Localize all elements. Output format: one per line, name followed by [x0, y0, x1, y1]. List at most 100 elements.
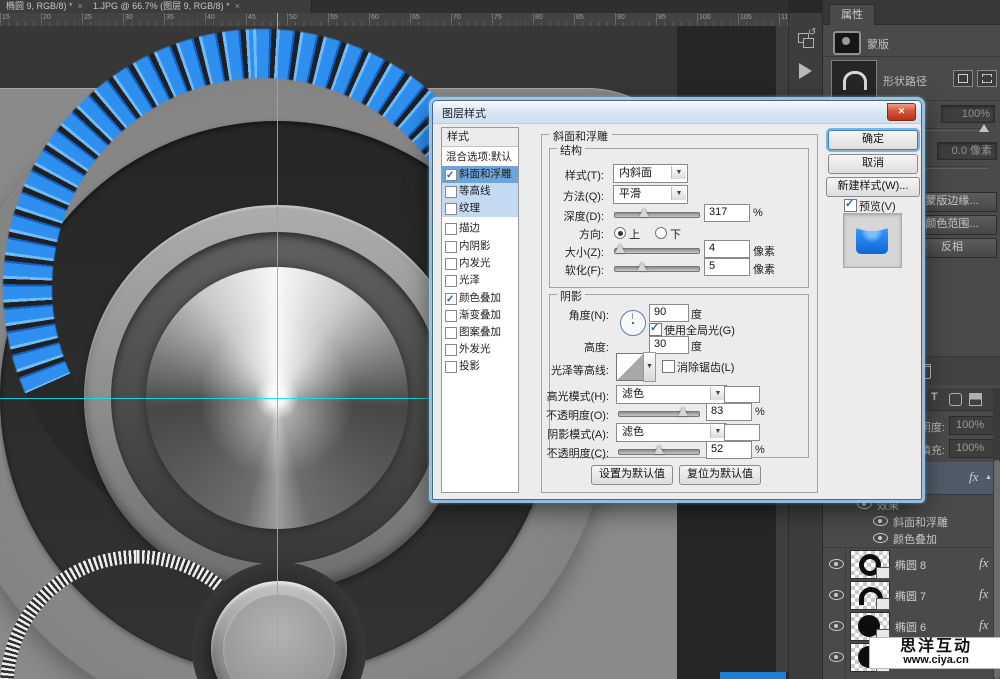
checkbox[interactable] [445, 186, 457, 198]
layer-fx-badge[interactable]: fx [979, 617, 988, 633]
direction-up-radio[interactable] [614, 227, 626, 239]
new-style-button[interactable]: 新建样式(W)... [826, 177, 920, 197]
highlight-mode-dropdown[interactable]: 滤色▼ [616, 385, 727, 404]
size-slider-thumb[interactable] [615, 244, 625, 253]
gloss-contour-dropdown-icon[interactable]: ▼ [643, 352, 656, 382]
eye-icon[interactable] [857, 499, 872, 509]
properties-tab-bar: 属性 [823, 0, 1000, 25]
checkbox-checked[interactable] [445, 169, 457, 181]
layer-row-ellipse7[interactable]: 椭圆 7 fx [823, 579, 993, 611]
size-input[interactable]: 4 [704, 240, 750, 258]
tab-properties[interactable]: 属性 [829, 4, 875, 25]
layer-fx-badge[interactable]: fx [979, 586, 988, 602]
method-dropdown[interactable]: 平滑▼ [613, 185, 688, 204]
filter-smart-objects-icon[interactable] [969, 393, 982, 406]
checkbox[interactable] [445, 310, 457, 322]
actions-panel-play-icon[interactable] [796, 61, 816, 81]
antialias-label: 消除锯齿(L) [677, 359, 734, 375]
mask-thumbnail-icon[interactable] [833, 31, 861, 55]
checkbox[interactable] [445, 344, 457, 356]
style-item-gradient-overlay[interactable]: 渐变叠加 [442, 307, 518, 324]
direction-down-radio[interactable] [655, 227, 667, 239]
mask-feather-value[interactable]: 0.0 像素 [937, 142, 997, 160]
filter-type-layers-icon[interactable]: T [931, 391, 938, 403]
dialog-title-bar[interactable]: 图层样式 [433, 101, 921, 124]
soften-slider[interactable] [614, 266, 700, 272]
effect-row-color-overlay[interactable]: 颜色叠加 [823, 530, 993, 546]
add-vector-mask-icon[interactable] [977, 70, 997, 87]
eye-icon[interactable] [873, 533, 888, 543]
global-light-checkbox[interactable] [649, 323, 662, 336]
document-tab-2[interactable]: 1.JPG @ 66.7% (图层 9, RGB/8) *× [87, 0, 312, 13]
soften-input[interactable]: 5 [704, 258, 750, 276]
ok-button[interactable]: 确定 [828, 130, 918, 150]
style-item-satin[interactable]: 光泽 [442, 272, 518, 289]
document-tab-1[interactable]: 椭圆 9, RGB/8) *× [0, 0, 99, 13]
style-dropdown[interactable]: 内斜面▼ [613, 164, 688, 183]
checkbox-checked[interactable] [445, 293, 457, 305]
eye-icon[interactable] [829, 559, 844, 569]
style-item-stroke[interactable]: 描边 [442, 220, 518, 237]
soften-slider-thumb[interactable] [637, 262, 647, 271]
checkbox[interactable] [445, 241, 457, 253]
highlight-opacity-input[interactable]: 83 [706, 403, 752, 421]
eye-icon[interactable] [829, 652, 844, 662]
style-item-bevel-emboss[interactable]: 斜面和浮雕 [442, 166, 518, 183]
size-slider[interactable] [614, 248, 700, 254]
layers-scrollbar[interactable] [993, 388, 1000, 679]
close-button[interactable]: ✕ [887, 103, 916, 121]
shape-path-thumbnail[interactable] [831, 60, 877, 100]
checkbox[interactable] [445, 223, 457, 235]
style-item-inner-glow[interactable]: 内发光 [442, 255, 518, 272]
tab-close-icon[interactable]: × [78, 1, 83, 11]
add-pixel-mask-icon[interactable] [953, 70, 973, 87]
tab-close-icon[interactable]: × [235, 1, 240, 11]
shadow-opacity-thumb[interactable] [654, 445, 664, 454]
style-item-color-overlay[interactable]: 颜色叠加 [442, 290, 518, 307]
eye-icon[interactable] [873, 516, 888, 526]
layer-fx-badge[interactable]: fx [969, 469, 978, 485]
shadow-opacity-input[interactable]: 52 [706, 441, 752, 459]
style-item-texture[interactable]: 纹理 [442, 200, 518, 217]
depth-slider[interactable] [614, 212, 700, 218]
checkbox[interactable] [445, 327, 457, 339]
ruler-number: 80 [535, 13, 543, 22]
style-item-blending-options[interactable]: 混合选项:默认 [442, 149, 518, 166]
shadow-color-swatch[interactable] [724, 424, 760, 441]
mask-density-value[interactable]: 100% [941, 105, 995, 123]
clone-source-panel-icon[interactable]: ↺ [796, 31, 816, 51]
preview-checkbox[interactable] [844, 199, 857, 212]
mask-density-slider-thumb[interactable] [979, 124, 989, 132]
highlight-color-swatch[interactable] [724, 386, 760, 403]
eye-icon[interactable] [829, 590, 844, 600]
style-item-pattern-overlay[interactable]: 图案叠加 [442, 324, 518, 341]
checkbox[interactable] [445, 203, 457, 215]
eye-icon[interactable] [829, 621, 844, 631]
style-item-contour[interactable]: 等高线 [442, 183, 518, 200]
style-item-inner-shadow[interactable]: 内阴影 [442, 238, 518, 255]
antialias-checkbox[interactable] [662, 360, 675, 373]
layer-fx-badge[interactable]: fx [979, 555, 988, 571]
highlight-opacity-thumb[interactable] [678, 407, 688, 416]
layer-row-ellipse8[interactable]: 椭圆 8 fx [823, 548, 993, 580]
checkbox[interactable] [445, 361, 457, 373]
set-default-button[interactable]: 设置为默认值 [591, 465, 673, 485]
canvas-horizontal-scrollbar-thumb[interactable] [720, 672, 786, 679]
layer-thumbnail[interactable] [850, 581, 890, 610]
checkbox[interactable] [445, 258, 457, 270]
style-item-drop-shadow[interactable]: 投影 [442, 358, 518, 375]
angle-dial[interactable] [620, 310, 646, 336]
collapse-effects-icon[interactable]: ▲ [985, 474, 992, 481]
checkbox[interactable] [445, 275, 457, 287]
depth-input[interactable]: 317 [704, 204, 750, 222]
layer-thumbnail[interactable] [850, 550, 890, 579]
gloss-contour-thumbnail[interactable] [616, 353, 644, 381]
depth-slider-thumb[interactable] [639, 208, 649, 217]
style-item-outer-glow[interactable]: 外发光 [442, 341, 518, 358]
reset-default-button[interactable]: 复位为默认值 [679, 465, 761, 485]
shadow-mode-dropdown[interactable]: 滤色▼ [616, 423, 727, 442]
effect-row-bevel[interactable]: 斜面和浮雕 [823, 513, 993, 529]
cancel-button[interactable]: 取消 [828, 154, 918, 174]
angle-input[interactable]: 90 [649, 304, 689, 322]
filter-shape-layers-icon[interactable] [949, 393, 962, 406]
